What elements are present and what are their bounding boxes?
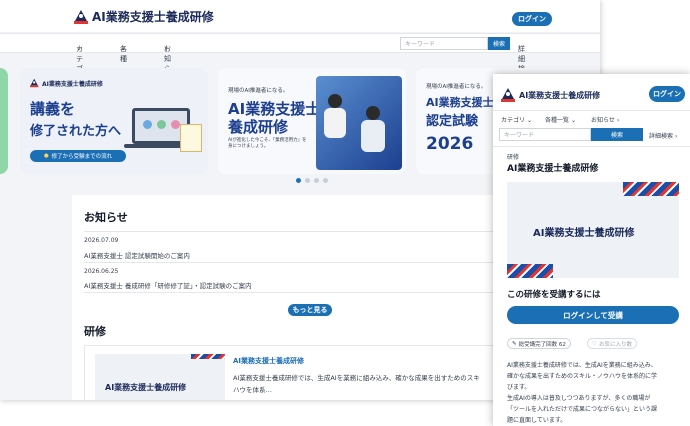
slide-headline-2: 修了された方へ bbox=[30, 124, 122, 139]
desc-line: 生成AIの導入は普及しつつありますが、多くの職場が bbox=[507, 395, 651, 402]
training-card-image: AI業務支援士養成研修 bbox=[95, 354, 225, 400]
desktop-header: AI業務支援士養成研修 ログイン bbox=[0, 0, 600, 32]
slide-headline-1: 講義を bbox=[30, 100, 76, 118]
slide-title-2: 認定試験 bbox=[426, 114, 479, 129]
mobile-label: 研修 bbox=[507, 154, 520, 161]
news-title-link[interactable]: AI業務支援士 認定試験開始のご案内 bbox=[84, 250, 190, 260]
slide-title-1: AI業務支援士 bbox=[426, 96, 494, 109]
chevron-down-icon: ⌄ bbox=[526, 117, 532, 124]
more-button[interactable]: もっと見る bbox=[288, 304, 332, 316]
slide-logo: AI業務支援士養成研修 bbox=[28, 76, 103, 90]
desc-line: 題に直面しています。 bbox=[507, 417, 567, 424]
desc-line: びます。 bbox=[507, 384, 531, 391]
mobile-logo[interactable]: AI業務支援士養成研修 bbox=[501, 88, 600, 102]
slide-tagline: AIが進化した今こそ、「業務活用力」を身につけましょう。 bbox=[228, 138, 307, 150]
chevron-right-icon: › bbox=[674, 133, 678, 140]
people-photo bbox=[316, 76, 402, 170]
brand-name: AI業務支援士養成研修 bbox=[92, 10, 214, 24]
main-content: お知らせ 2026.07.09 AI業務支援士 認定試験開始のご案内 2026.… bbox=[72, 195, 532, 400]
login-to-enroll-button[interactable]: ログインして受講 bbox=[507, 306, 679, 324]
login-button[interactable]: ログイン bbox=[512, 12, 552, 26]
chevron-right-icon: › bbox=[518, 44, 521, 52]
mobile-window: AI業務支援士養成研修 ログイン カテゴリ ⌄ 各種一覧 ⌄ お知らせ › キー… bbox=[493, 74, 690, 426]
site-logo[interactable]: AI業務支援士養成研修 bbox=[74, 8, 214, 25]
stripe-decoration bbox=[507, 264, 553, 278]
certificate-icon bbox=[180, 124, 202, 152]
divider bbox=[84, 231, 532, 232]
carousel-dots[interactable] bbox=[296, 178, 328, 183]
divider bbox=[84, 292, 532, 293]
chevron-down-icon: ⌄ bbox=[76, 44, 82, 52]
mobile-nav-list[interactable]: 各種一覧 ⌄ bbox=[545, 115, 576, 124]
mobile-title: AI業務支援士養成研修 bbox=[507, 164, 599, 174]
heart-icon: ♡ bbox=[592, 340, 597, 347]
desc-line: 「ツールを入れただけで成果につながらない」という課 bbox=[507, 406, 658, 413]
desktop-nav: カテゴリ ⌄ 各種一覧 ⌄ お知らせ › キーワード 検索 詳細検索 › bbox=[0, 33, 600, 83]
news-date: 2026.06.25 bbox=[84, 268, 119, 275]
logo-mark-icon bbox=[30, 78, 39, 88]
pencil-icon: ✎ bbox=[512, 340, 517, 347]
cta-heading: この研修を受講するには bbox=[507, 290, 601, 300]
mobile-nav-notice[interactable]: お知らせ › bbox=[591, 115, 619, 124]
mobile-login-button[interactable]: ログイン bbox=[649, 86, 685, 102]
training-heading: 研修 bbox=[84, 325, 106, 338]
search-button[interactable]: 検索 bbox=[488, 37, 510, 50]
stripe-decoration bbox=[623, 182, 679, 196]
favorite-button[interactable]: ♡ お気に入り数 bbox=[587, 338, 637, 349]
desc-line: AI業務支援士養成研修では、生成AIを業務に組み込み、 bbox=[507, 362, 657, 369]
slide-sub: 現場のAI推進者になる。 bbox=[426, 84, 487, 90]
slide-year: 2026 bbox=[426, 134, 474, 154]
completion-badge: ✎ 総受講完了回数 62 bbox=[507, 338, 571, 349]
desc-line: 確かな成果を出すためのスキル・ノウハウを体系的に学 bbox=[507, 373, 658, 380]
divider bbox=[493, 146, 690, 147]
arrow-right-icon: ● bbox=[43, 153, 49, 159]
mobile-search-input[interactable]: キーワード bbox=[499, 128, 591, 141]
search-input[interactable]: キーワード bbox=[400, 37, 488, 50]
training-card-title[interactable]: AI業務支援士養成研修 bbox=[233, 356, 304, 366]
news-date: 2026.07.09 bbox=[84, 237, 119, 244]
training-card[interactable]: AI業務支援士養成研修 AI業務支援士養成研修 AI業務支援士養成研修では、生成… bbox=[84, 345, 532, 400]
carousel-slide-training[interactable]: 現場のAI推進者になる。 AI業務支援士 養成研修 AIが進化した今こそ、「業務… bbox=[218, 68, 406, 174]
divider bbox=[84, 262, 532, 263]
mobile-course-image: AI業務支援士養成研修 bbox=[507, 182, 679, 278]
divider bbox=[493, 110, 690, 111]
flow-pill: ● 修了から受験までの流れ bbox=[30, 150, 126, 162]
mobile-nav-category[interactable]: カテゴリ ⌄ bbox=[501, 115, 532, 124]
news-title-link[interactable]: AI業務支援士 養成研修「研修修了証」・認定試験のご案内 bbox=[84, 280, 252, 290]
chevron-down-icon: ⌄ bbox=[120, 44, 126, 52]
slide-title-2: 養成研修 bbox=[228, 118, 289, 136]
image-title: AI業務支援士養成研修 bbox=[533, 228, 635, 239]
training-card-desc: AI業務支援士養成研修では、生成AIを業務に組み込み、確かな成果を出すためのスキ bbox=[233, 374, 480, 382]
chevron-right-icon: › bbox=[616, 117, 620, 124]
carousel-prev-slide[interactable] bbox=[0, 68, 8, 174]
training-card-desc-2: ハウを体系… bbox=[233, 386, 272, 394]
chevron-down-icon: ⌄ bbox=[570, 117, 576, 124]
carousel-slide-completion[interactable]: AI業務支援士養成研修 講義を 修了された方へ ● 修了から受験までの流れ bbox=[20, 68, 208, 174]
news-heading: お知らせ bbox=[84, 211, 128, 224]
mobile-search-button[interactable]: 検索 bbox=[591, 128, 643, 141]
logo-mark-icon bbox=[74, 9, 88, 24]
logo-mark-icon bbox=[501, 88, 515, 102]
mobile-advanced-search[interactable]: 詳細検索 › bbox=[649, 131, 677, 140]
slide-sub: 現場のAI推進者になる。 bbox=[228, 88, 289, 94]
chevron-right-icon: › bbox=[164, 44, 167, 52]
